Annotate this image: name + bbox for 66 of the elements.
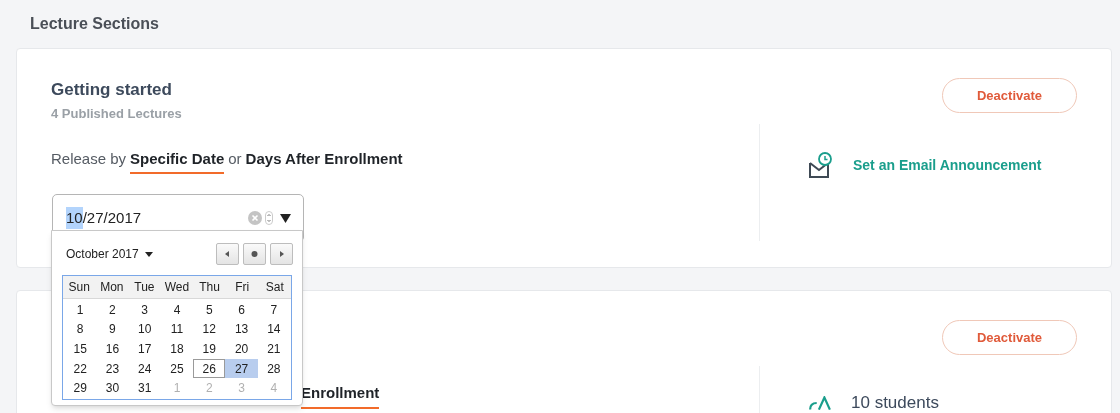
calendar-day[interactable]: 17 xyxy=(128,339,161,359)
date-segment[interactable]: 27 xyxy=(86,206,104,230)
calendar-day[interactable]: 9 xyxy=(96,319,129,340)
calendar-day[interactable]: 29 xyxy=(64,378,97,398)
caret-icon xyxy=(144,251,153,257)
weekday-label: Thu xyxy=(198,279,221,296)
previous-month-button[interactable] xyxy=(216,243,239,265)
left-triangle-icon xyxy=(223,249,232,259)
calendar-day[interactable]: 12 xyxy=(193,319,226,340)
right-triangle-icon xyxy=(277,249,286,259)
release-option-link[interactable]: Specific Date xyxy=(130,147,225,174)
calendar-day[interactable]: 28 xyxy=(257,358,290,379)
calendar-day[interactable]: 31 xyxy=(128,378,161,398)
calendar-day[interactable]: 8 xyxy=(64,319,97,340)
calendar-day[interactable]: 1 xyxy=(64,300,97,320)
month-selector[interactable]: October 2017 xyxy=(61,245,139,263)
weekday-label: Mon xyxy=(99,279,125,296)
calendar-day[interactable]: 26 xyxy=(193,358,226,379)
release-label: Release by xyxy=(51,148,127,169)
clear-icon[interactable] xyxy=(248,211,262,225)
people-icon xyxy=(809,395,831,410)
spinner-icon[interactable] xyxy=(265,211,273,225)
student-count: 10 students xyxy=(851,392,939,413)
page-title: Lecture Sections xyxy=(30,14,159,34)
calendar-day[interactable]: 7 xyxy=(257,300,290,320)
deactivate-button[interactable]: Deactivate xyxy=(942,78,1077,113)
calendar-day[interactable]: 24 xyxy=(128,358,161,379)
calendar-day[interactable]: 14 xyxy=(257,319,290,340)
weekday-label: Wed xyxy=(163,279,191,296)
release-option-link[interactable]: Days After Enrollment xyxy=(245,147,403,174)
calendar-day[interactable]: 27 xyxy=(225,358,258,379)
calendar-day[interactable]: 30 xyxy=(96,378,129,398)
calendar-day[interactable]: 13 xyxy=(225,319,258,340)
section-subtitle: 4 Published Lectures xyxy=(51,105,183,123)
date-separator: / xyxy=(103,207,108,228)
calendar-day[interactable]: 23 xyxy=(96,358,129,379)
next-month-button[interactable] xyxy=(270,243,293,265)
calendar-day[interactable]: 11 xyxy=(160,319,194,340)
date-segment[interactable]: 10 xyxy=(66,206,83,230)
envelope-clock-icon xyxy=(809,152,833,178)
dropdown-caret-icon[interactable] xyxy=(280,213,291,223)
section-title: Getting started xyxy=(51,79,173,101)
calendar-day[interactable]: 6 xyxy=(225,300,258,320)
calendar-day[interactable]: 18 xyxy=(160,339,194,359)
weekday-label: Sat xyxy=(264,279,285,296)
calendar-day[interactable]: 19 xyxy=(193,339,226,359)
calendar-day[interactable]: 2 xyxy=(96,300,129,320)
calendar-day[interactable]: 10 xyxy=(128,319,161,340)
date-segment[interactable]: 2017 xyxy=(107,206,142,230)
calendar-day[interactable]: 4 xyxy=(160,300,194,320)
calendar-day[interactable]: 25 xyxy=(160,358,194,379)
calendar-day[interactable]: 20 xyxy=(225,339,258,359)
deactivate-button[interactable]: Deactivate xyxy=(942,320,1077,355)
release-joiner: or xyxy=(228,148,242,169)
calendar-day[interactable]: 22 xyxy=(64,358,97,379)
date-separator: / xyxy=(82,207,87,228)
weekday-label: Sun xyxy=(67,279,91,296)
dot-icon xyxy=(250,249,259,259)
calendar-day[interactable]: 15 xyxy=(64,339,97,359)
calendar-day[interactable]: 5 xyxy=(193,300,226,320)
calendar-day[interactable]: 3 xyxy=(128,300,161,320)
today-button[interactable] xyxy=(243,243,266,265)
calendar-day[interactable]: 16 xyxy=(96,339,129,359)
weekday-label: Tue xyxy=(133,279,156,296)
calendar-day[interactable]: 21 xyxy=(257,339,290,359)
weekday-label: Fri xyxy=(234,279,251,296)
